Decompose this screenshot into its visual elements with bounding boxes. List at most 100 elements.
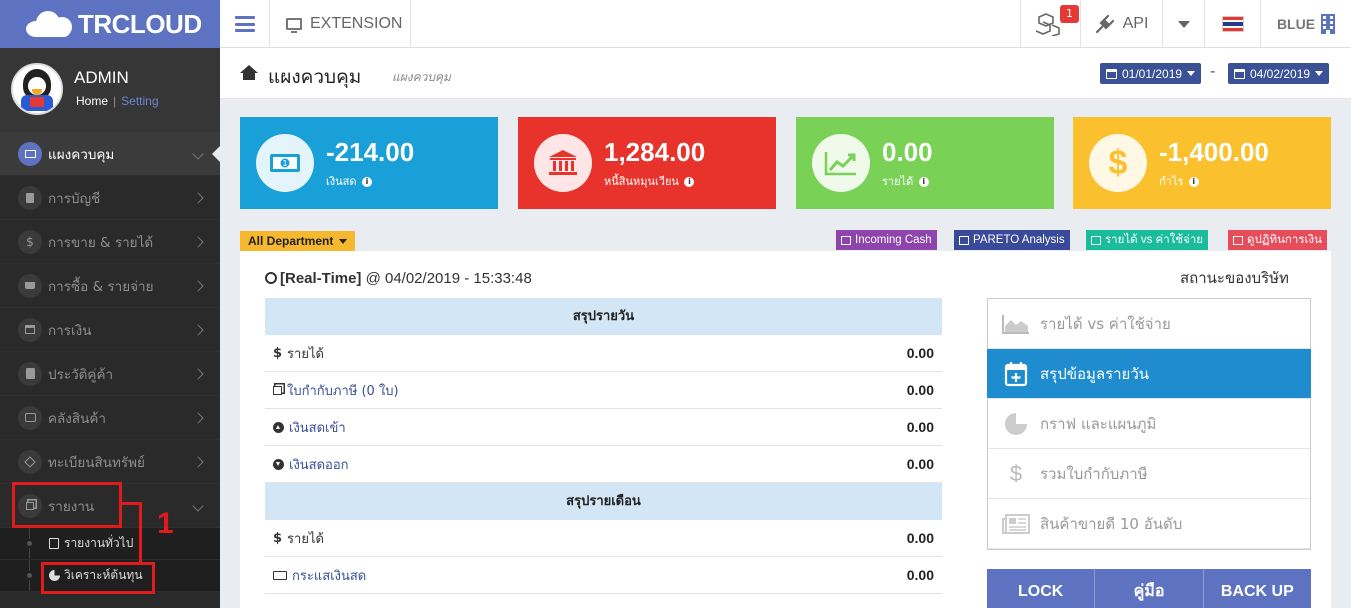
sidebar-item-accounting[interactable]: การบัญชี — [0, 176, 220, 220]
building-icon — [1321, 14, 1336, 34]
annotation-connector — [139, 502, 142, 564]
company-status-title: สถานะของบริษัท — [1180, 269, 1289, 287]
cash-in-link[interactable]: เงินสดเข้า — [273, 417, 346, 438]
manual-button[interactable]: คู่มือ — [1095, 569, 1204, 608]
status-item-charts[interactable]: กราฟ และแผนภูมิ — [988, 399, 1310, 449]
status-item-label: สรุปข้อมูลรายวัน — [1040, 364, 1150, 383]
date-from-value: 01/01/2019 — [1122, 66, 1183, 81]
monthly-summary-header: สรุปรายเดือน — [265, 483, 942, 520]
status-item-label: รายได้ vs ค่าใช้จ่าย — [1040, 314, 1171, 333]
table-icon — [841, 235, 851, 245]
sidebar-item-finance[interactable]: การเงิน — [0, 308, 220, 352]
dollar-icon: $ — [18, 229, 42, 254]
dropdown-button[interactable] — [1162, 0, 1204, 48]
setting-link[interactable]: Setting — [121, 94, 158, 108]
sidebar-item-dashboard[interactable]: แผงควบคุม — [0, 132, 220, 176]
dollar-icon: $ — [1009, 460, 1023, 486]
date-from-picker[interactable]: 01/01/2019 — [1100, 63, 1202, 84]
lock-button[interactable]: LOCK — [987, 569, 1096, 608]
revenue-vs-expense-button[interactable]: รายได้ vs ค่าใช้จ่าย — [1086, 230, 1209, 250]
status-item-daily-summary[interactable]: สรุปข้อมูลรายวัน — [987, 349, 1311, 399]
stat-label: เงินสด i — [326, 172, 373, 190]
sidebar-item-partners[interactable]: ประวัติคู่ค้า — [0, 352, 220, 396]
pareto-analysis-button[interactable]: PARETO Analysis — [954, 230, 1070, 250]
top-bar: TRCLOUD EXTENSION 1 API BLUE — [0, 0, 1351, 48]
main-content: แผงควบคุม แผงควบคุม 01/01/2019 - 04/02/2… — [220, 48, 1351, 608]
sidebar-item-label: การซื้อ & รายจ่าย — [48, 278, 154, 295]
home-icon[interactable] — [240, 65, 258, 80]
stat-label: กำไร i — [1159, 172, 1199, 190]
dashboard-panel: [Real-Time] @ 04/02/2019 - 15:33:48 สรุป… — [240, 251, 1331, 608]
date-separator: - — [1210, 62, 1216, 80]
theme-button[interactable]: BLUE — [1260, 0, 1351, 48]
money-icon: 1 — [256, 134, 314, 192]
chevron-right-icon — [192, 367, 204, 380]
svg-text:1: 1 — [282, 159, 287, 168]
calendar-icon — [1106, 68, 1117, 79]
stat-value: 1,284.00 — [604, 137, 706, 167]
stat-card-revenue[interactable]: 0.00 รายได้ i — [796, 117, 1054, 209]
sidebar-item-purchase[interactable]: การซื้อ & รายจ่าย — [0, 264, 220, 308]
stat-label: รายได้ i — [882, 172, 929, 190]
department-dropdown[interactable]: All Department — [240, 231, 356, 251]
backup-button[interactable]: BACK UP — [1204, 569, 1311, 608]
date-to-picker[interactable]: 04/02/2019 — [1228, 63, 1330, 84]
status-item-label: รวมใบกำกับภาษี — [1040, 464, 1148, 483]
annotation-number: 1 — [157, 507, 174, 540]
plug-icon — [1095, 14, 1114, 34]
status-item-label: สินค้าขายดี 10 อันดับ — [1040, 514, 1183, 533]
theme-label: BLUE — [1276, 16, 1316, 32]
logo[interactable]: TRCLOUD — [0, 0, 220, 48]
stat-card-profit[interactable]: $ -1,400.00 กำไร i — [1073, 117, 1331, 209]
calendar-icon — [1233, 235, 1243, 245]
submenu-item-general-report[interactable]: รายงานทั่วไป — [0, 528, 220, 560]
language-button[interactable] — [1204, 0, 1260, 48]
home-link[interactable]: Home — [76, 94, 108, 108]
cash-out-link[interactable]: เงินสดออก — [273, 454, 349, 475]
sidebar-item-inventory[interactable]: คลังสินค้า — [0, 396, 220, 440]
stat-card-current-liabilities[interactable]: 1,284.00 หนี้สินหมุนเวียน i — [518, 117, 776, 209]
cubes-icon — [18, 405, 42, 430]
api-button[interactable]: API — [1080, 0, 1162, 48]
sidebar-item-label: ทะเบียนสินทรัพย์ — [48, 454, 145, 471]
table-row: $ รายได้ 0.00 — [265, 335, 942, 372]
caret-down-icon — [1315, 71, 1324, 76]
stat-card-cash[interactable]: 1 -214.00 เงินสด i — [240, 117, 498, 209]
table-row: $ รายได้ 0.00 — [265, 520, 942, 557]
cash-flow-link[interactable]: กระแสเงินสด — [273, 565, 366, 586]
tag-label: PARETO Analysis — [973, 234, 1065, 246]
sidebar-item-label: แผงควบคุม — [48, 146, 115, 163]
area-chart-icon — [1091, 235, 1101, 245]
tax-invoice-link[interactable]: ใบกำกับภาษี (0 ใบ) — [273, 380, 399, 401]
chevron-down-icon — [192, 499, 204, 512]
cart-icon — [18, 273, 42, 298]
bullet-icon — [25, 571, 34, 580]
chevron-right-icon — [192, 191, 204, 204]
sidebar-item-label: คลังสินค้า — [48, 410, 106, 427]
company-status-menu: รายได้ vs ค่าใช้จ่าย สรุปข้อมูลรายวัน กร… — [987, 298, 1311, 550]
caret-down-icon — [339, 238, 348, 244]
avatar[interactable] — [11, 63, 63, 115]
finance-calendar-button[interactable]: ดูปฏิทินการเงิน — [1228, 230, 1327, 250]
annotation-box-cost-analysis — [41, 562, 155, 594]
info-icon: i — [918, 177, 929, 187]
annotation-box-reports — [12, 482, 122, 528]
info-icon: i — [684, 177, 695, 187]
extension-button[interactable]: EXTENSION — [270, 0, 411, 48]
newspaper-icon — [1002, 512, 1030, 536]
table-row: กระแสเงินสด 0.00 — [265, 557, 942, 594]
table-row: เงินสดออก 0.00 — [265, 446, 942, 483]
dollar-icon: $ — [1089, 134, 1147, 192]
status-item-label: กราฟ และแผนภูมิ — [1040, 414, 1157, 433]
calendar-plus-icon — [1002, 361, 1030, 386]
status-item-top-products[interactable]: สินค้าขายดี 10 อันดับ — [988, 499, 1310, 549]
menu-toggle-button[interactable] — [220, 0, 270, 48]
incoming-cash-button[interactable]: Incoming Cash — [836, 230, 937, 250]
status-item-revenue-vs-expense[interactable]: รายได้ vs ค่าใช้จ่าย — [988, 299, 1310, 349]
sidebar-item-assets[interactable]: ทะเบียนสินทรัพย์ — [0, 440, 220, 484]
calendar-icon — [18, 317, 42, 342]
monthly-summary-table: สรุปรายเดือน $ รายได้ 0.00 กระแสเงินสด 0… — [265, 483, 942, 594]
arrow-circle-up-icon — [273, 421, 284, 433]
status-item-tax-invoices[interactable]: $ รวมใบกำกับภาษี — [988, 449, 1310, 499]
sidebar-item-sales[interactable]: $ การขาย & รายได้ — [0, 220, 220, 264]
